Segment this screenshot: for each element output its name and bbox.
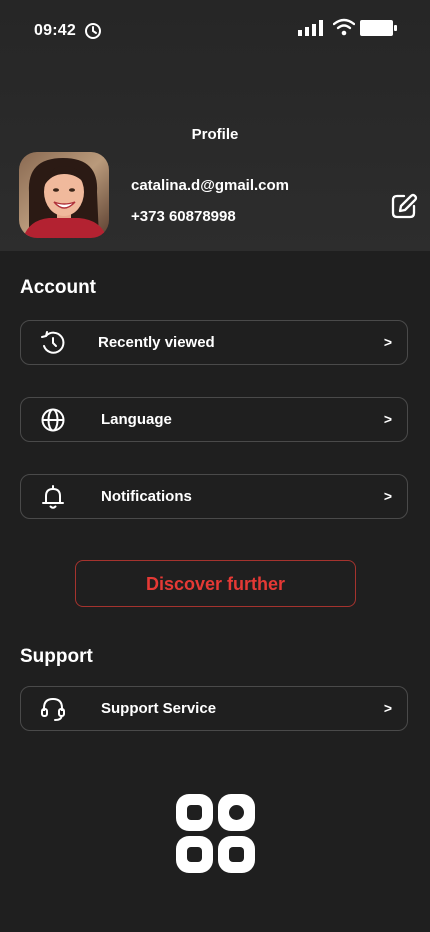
edit-icon[interactable]	[388, 190, 420, 222]
profile-phone: +373 60878998	[131, 208, 236, 225]
menu-item-recently-viewed[interactable]: Recently viewed >	[20, 320, 408, 365]
wifi-icon	[333, 18, 355, 36]
profile-email: catalina.d@gmail.com	[131, 177, 290, 194]
chevron-right-icon: >	[383, 700, 392, 716]
globe-icon	[41, 408, 65, 432]
headset-icon	[41, 697, 65, 721]
bell-icon	[42, 485, 64, 509]
history-icon	[41, 331, 65, 354]
menu-item-language[interactable]: Language >	[20, 397, 408, 442]
app-grid-logo-icon	[176, 794, 255, 873]
page-title: Profile	[191, 126, 239, 143]
discover-further-button[interactable]: Discover further	[75, 560, 356, 607]
status-bar: 09:42	[0, 0, 430, 60]
menu-item-notifications[interactable]: Notifications >	[20, 474, 408, 519]
clock-icon	[85, 23, 101, 39]
profile-header: 09:42 Profile catalina.d@gmail.com +373 …	[0, 0, 430, 251]
avatar	[19, 152, 109, 238]
chevron-right-icon: >	[383, 488, 392, 504]
status-time: 09:42	[34, 22, 76, 39]
account-section-title: Account	[20, 277, 96, 298]
battery-icon	[360, 20, 397, 36]
chevron-right-icon: >	[383, 411, 392, 427]
menu-item-support-service[interactable]: Support Service >	[20, 686, 408, 731]
cellular-signal-icon	[298, 20, 323, 36]
menu-item-label: Recently viewed	[98, 334, 215, 351]
support-section-title: Support	[20, 646, 93, 667]
menu-item-label: Support Service	[101, 700, 217, 717]
chevron-right-icon: >	[383, 334, 392, 350]
menu-item-label: Notifications	[101, 488, 192, 505]
menu-item-label: Language	[101, 411, 172, 428]
